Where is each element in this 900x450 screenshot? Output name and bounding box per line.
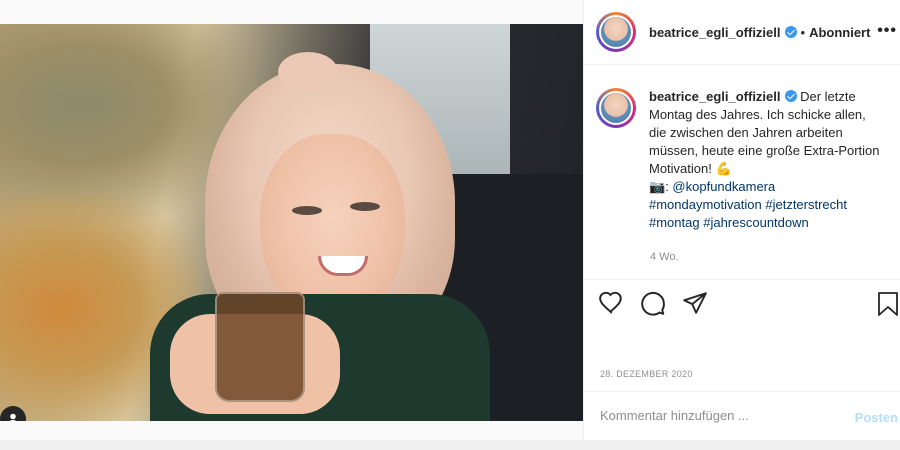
- header-separator: •: [800, 24, 806, 40]
- heart-icon[interactable]: [598, 290, 624, 316]
- comment-input[interactable]: [600, 408, 840, 423]
- verified-badge-icon: [784, 26, 797, 38]
- post-side-panel: beatrice_egli_offiziell • Abonniert ••• …: [583, 0, 900, 450]
- hashtag-link[interactable]: #mondaymotivation: [649, 197, 762, 212]
- post-caption: beatrice_egli_offiziell Der letzte Monta…: [596, 88, 896, 232]
- more-options-icon[interactable]: •••: [877, 22, 897, 40]
- avatar: [599, 15, 633, 49]
- post-header: beatrice_egli_offiziell • Abonniert •••: [584, 0, 900, 65]
- mention-link[interactable]: @kopfundkamera: [672, 179, 775, 194]
- page-bottom-strip: [0, 440, 900, 450]
- instagram-post-view: beatrice_egli_offiziell • Abonniert ••• …: [0, 0, 900, 450]
- share-icon[interactable]: [682, 290, 708, 316]
- caption-username[interactable]: beatrice_egli_offiziell: [649, 89, 781, 104]
- hashtag-link[interactable]: #jetzterstrecht: [765, 197, 847, 212]
- bookmark-icon[interactable]: [876, 291, 900, 317]
- post-date[interactable]: 28. DEZEMBER 2020: [600, 369, 693, 379]
- avatar: [599, 91, 633, 125]
- following-button[interactable]: Abonniert: [809, 25, 870, 40]
- post-comment-button[interactable]: Posten: [855, 410, 898, 425]
- post-image[interactable]: [0, 24, 583, 421]
- person-icon: [9, 413, 17, 421]
- author-avatar-ring[interactable]: [596, 12, 636, 52]
- image-tea-glass: [215, 292, 305, 402]
- image-hair-bun: [278, 52, 338, 92]
- verified-badge-icon: [784, 90, 797, 102]
- post-actions: [598, 290, 708, 316]
- divider: [584, 279, 900, 280]
- hashtag-link[interactable]: #jahrescountdown: [703, 215, 809, 230]
- hashtag-link[interactable]: #montag: [649, 215, 700, 230]
- caption-text: beatrice_egli_offiziell Der letzte Monta…: [649, 88, 884, 232]
- image-eye-right: [350, 202, 380, 211]
- muscle-emoji-icon: 💪: [715, 161, 732, 176]
- image-eye-left: [292, 206, 322, 215]
- caption-age[interactable]: 4 Wo.: [650, 251, 679, 263]
- comment-icon[interactable]: [640, 290, 666, 316]
- camera-emoji-icon: 📷: [649, 179, 666, 194]
- author-username[interactable]: beatrice_egli_offiziell: [649, 25, 781, 40]
- caption-avatar-ring[interactable]: [596, 88, 636, 128]
- divider: [584, 391, 900, 392]
